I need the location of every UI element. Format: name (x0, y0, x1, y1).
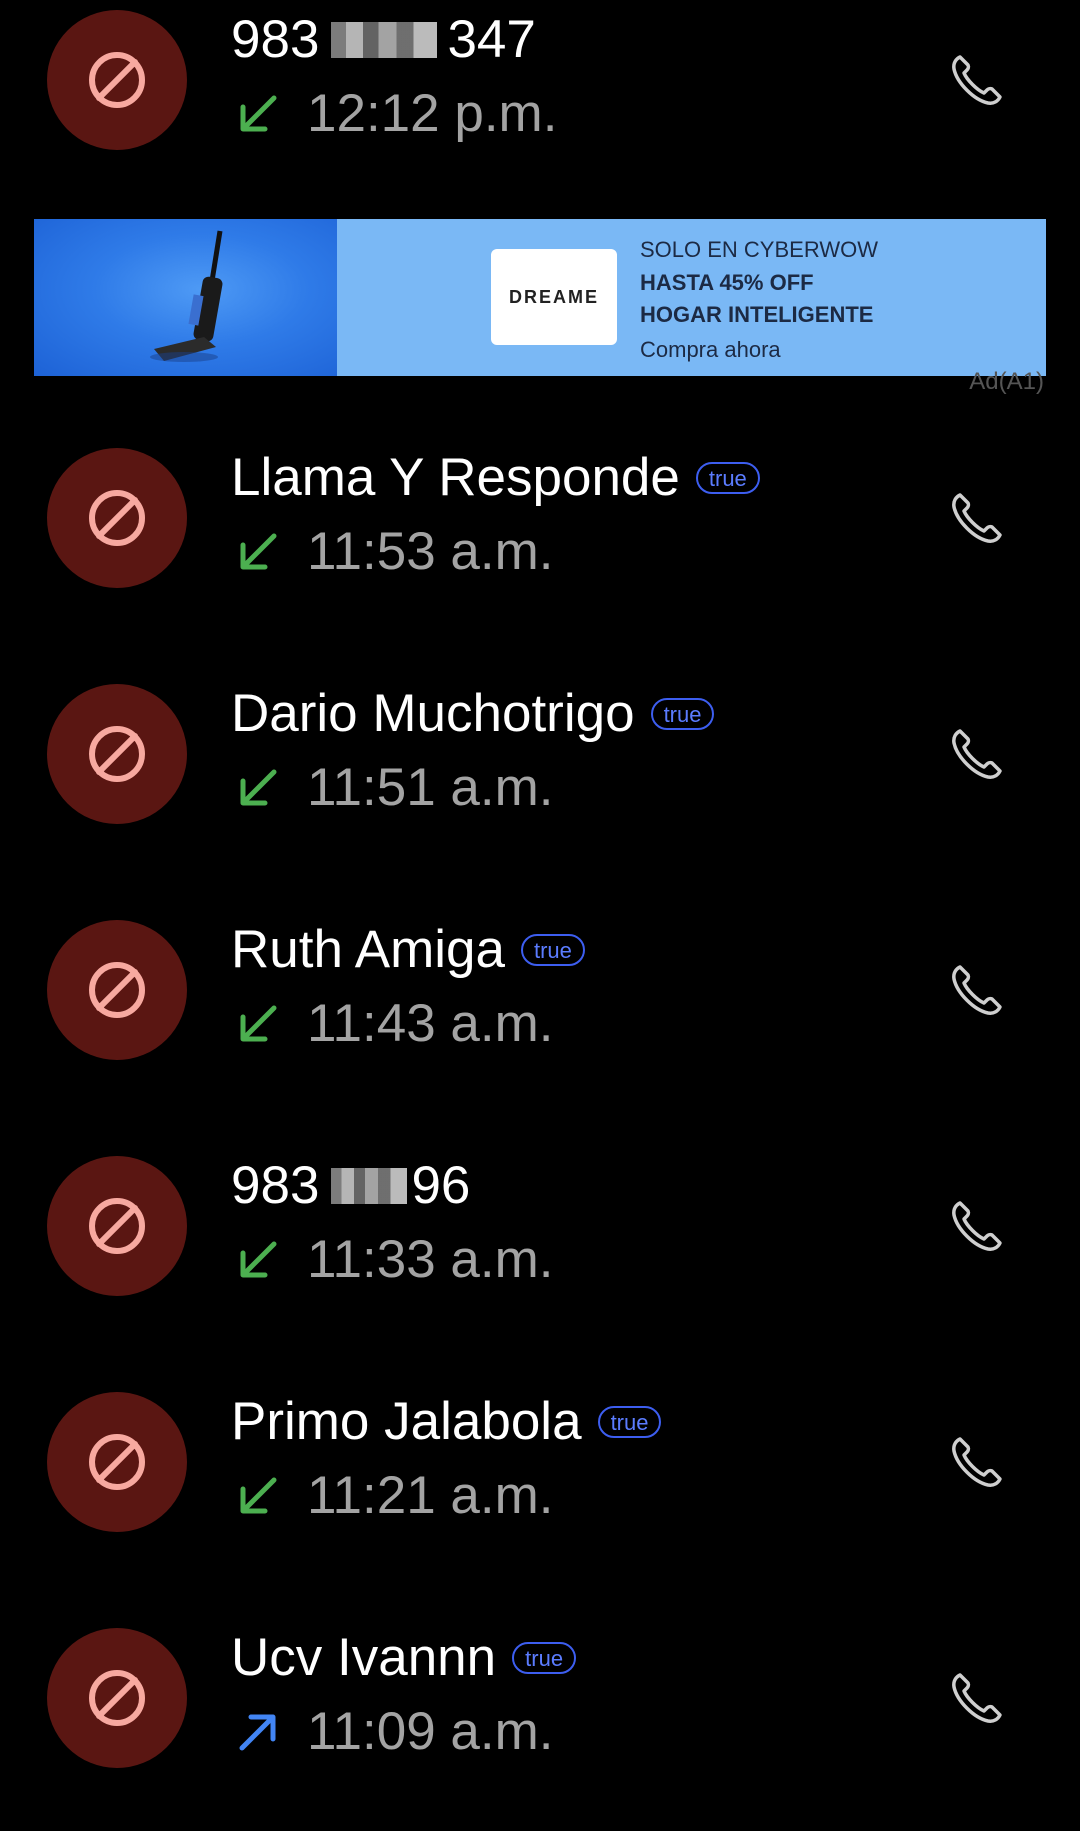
caller-name: Llama Y Responde true (231, 446, 760, 510)
call-details: 11:43 a.m. (234, 992, 554, 1056)
call-log-item[interactable]: 983 96 11:33 a.m. (0, 1146, 1080, 1306)
redacted-digits (331, 22, 438, 58)
block-icon (89, 726, 145, 782)
call-time: 12:12 p.m. (307, 84, 558, 143)
caller-name-text: Dario Muchotrigo (231, 684, 635, 743)
call-back-button[interactable] (940, 1427, 1012, 1499)
caller-name: 983 347 (231, 8, 536, 72)
call-time: 11:51 a.m. (307, 758, 554, 817)
blocked-avatar[interactable] (47, 448, 187, 588)
caller-number-prefix: 983 (231, 10, 320, 69)
incoming-call-arrow-icon (234, 528, 282, 576)
phone-icon (952, 55, 1002, 105)
ad-banner[interactable]: DREAME SOLO EN CYBERWOW HASTA 45% OFF HO… (34, 219, 1046, 376)
call-time: 11:33 a.m. (307, 1230, 554, 1289)
call-details: 12:12 p.m. (234, 82, 557, 146)
blocked-avatar[interactable] (47, 10, 187, 150)
caller-number-suffix: 96 (411, 1156, 471, 1215)
blocked-avatar[interactable] (47, 920, 187, 1060)
caller-number-prefix: 983 (231, 1156, 320, 1215)
block-icon (89, 1198, 145, 1254)
call-details: 11:33 a.m. (234, 1228, 554, 1292)
call-log-item[interactable]: Llama Y Responde true 11:53 a.m. (0, 438, 1080, 598)
incoming-call-arrow-icon (234, 1000, 282, 1048)
caller-name: Primo Jalabola true (231, 1390, 662, 1454)
caller-name: 983 96 (231, 1154, 470, 1218)
ad-offer: HASTA 45% OFF (640, 270, 814, 295)
caller-name: Ruth Amiga true (231, 918, 585, 982)
redacted-digits (331, 1168, 408, 1204)
caller-name: Dario Muchotrigo true (231, 682, 715, 746)
caller-name-text: Llama Y Responde (231, 448, 680, 507)
block-icon (89, 1434, 145, 1490)
call-back-button[interactable] (940, 45, 1012, 117)
incoming-call-arrow-icon (234, 1236, 282, 1284)
phone-icon (952, 965, 1002, 1015)
blocked-avatar[interactable] (47, 684, 187, 824)
caller-name-text: Ucv Ivannn (231, 1628, 497, 1687)
block-icon (89, 962, 145, 1018)
truecaller-badge: true (695, 462, 760, 494)
ad-brand-logo: DREAME (491, 249, 617, 345)
caller-name-text: Primo Jalabola (231, 1392, 582, 1451)
blocked-avatar[interactable] (47, 1156, 187, 1296)
block-icon (89, 52, 145, 108)
caller-number-suffix: 347 (447, 10, 536, 69)
caller-name: Ucv Ivannn true (231, 1626, 577, 1690)
phone-icon (952, 1201, 1002, 1251)
call-log-item[interactable]: Dario Muchotrigo true 11:51 a.m. (0, 674, 1080, 834)
ad-text: SOLO EN CYBERWOW HASTA 45% OFF HOGAR INT… (640, 233, 878, 369)
call-details: 11:09 a.m. (234, 1700, 554, 1764)
incoming-call-arrow-icon (234, 90, 282, 138)
call-details: 11:51 a.m. (234, 756, 554, 820)
call-back-button[interactable] (940, 1663, 1012, 1735)
ad-product-image (34, 219, 337, 376)
blocked-avatar[interactable] (47, 1628, 187, 1768)
call-time: 11:09 a.m. (307, 1702, 554, 1761)
truecaller-badge: true (512, 1642, 577, 1674)
block-icon (89, 490, 145, 546)
call-log-item[interactable]: 983 347 12:12 p.m. (0, 0, 1080, 160)
outgoing-call-arrow-icon (234, 1708, 282, 1756)
call-time: 11:53 a.m. (307, 522, 554, 581)
call-time: 11:43 a.m. (307, 994, 554, 1053)
call-details: 11:53 a.m. (234, 520, 554, 584)
phone-icon (952, 729, 1002, 779)
block-icon (89, 1670, 145, 1726)
call-back-button[interactable] (940, 1191, 1012, 1263)
call-log-item[interactable]: Primo Jalabola true 11:21 a.m. (0, 1382, 1080, 1542)
truecaller-badge: true (520, 934, 585, 966)
phone-icon (952, 1437, 1002, 1487)
truecaller-badge: true (597, 1406, 662, 1438)
phone-icon (952, 493, 1002, 543)
call-log-item[interactable]: Ruth Amiga true 11:43 a.m. (0, 910, 1080, 1070)
call-back-button[interactable] (940, 719, 1012, 791)
ad-headline: SOLO EN CYBERWOW (640, 237, 878, 262)
call-details: 11:21 a.m. (234, 1464, 554, 1528)
call-back-button[interactable] (940, 955, 1012, 1027)
truecaller-badge: true (650, 698, 715, 730)
blocked-avatar[interactable] (47, 1392, 187, 1532)
ad-category: HOGAR INTELIGENTE (640, 302, 874, 327)
caller-name-text: Ruth Amiga (231, 920, 505, 979)
call-log-item[interactable]: Ucv Ivannn true 11:09 a.m. (0, 1618, 1080, 1778)
phone-icon (952, 1673, 1002, 1723)
ad-cta[interactable]: Compra ahora (640, 331, 878, 369)
incoming-call-arrow-icon (234, 1472, 282, 1520)
call-time: 11:21 a.m. (307, 1466, 554, 1525)
incoming-call-arrow-icon (234, 764, 282, 812)
call-back-button[interactable] (940, 483, 1012, 555)
ad-label: Ad(A1) (969, 368, 1044, 395)
